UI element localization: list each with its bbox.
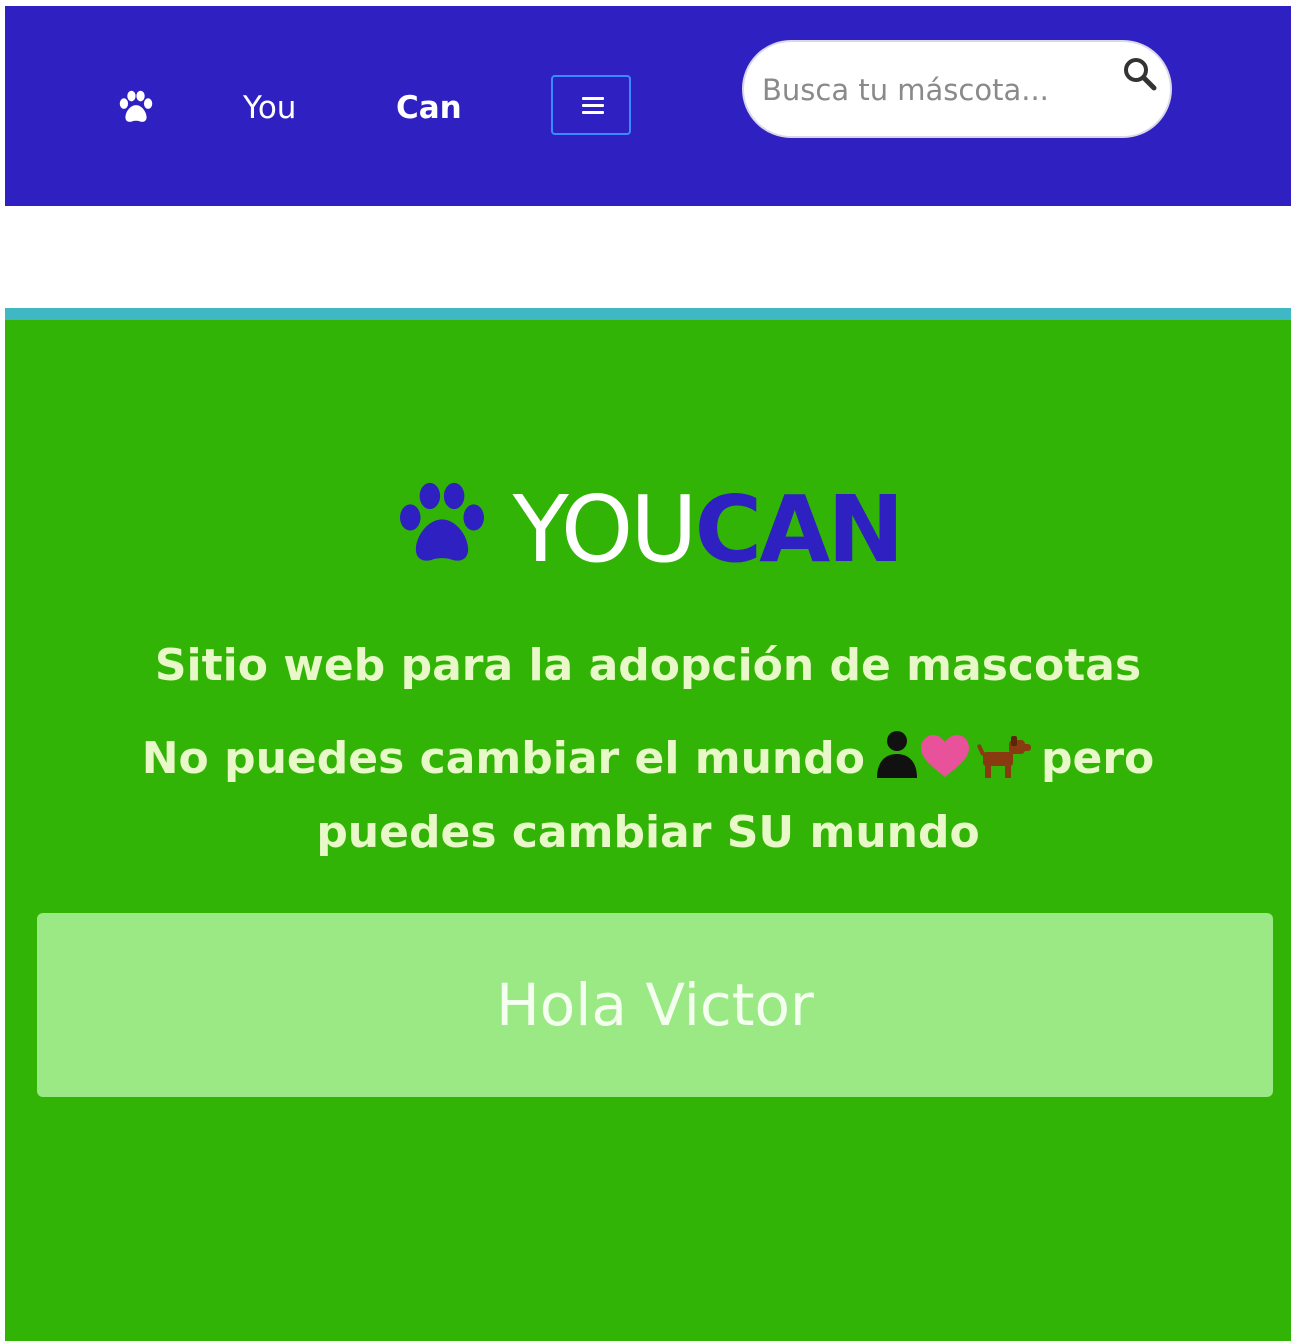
motto-before: No puedes cambiar el mundo: [141, 733, 865, 784]
nav-link-you[interactable]: You: [243, 88, 296, 128]
emoji-group: [876, 731, 1031, 778]
hero-accent-line: [5, 308, 1291, 320]
hero-brand: YOUCAN: [5, 480, 1291, 580]
menu-toggle-button[interactable]: [551, 75, 631, 135]
hero-motto: No puedes cambiar el mundo pero puedes c…: [45, 722, 1251, 870]
navbar: You Can: [5, 6, 1291, 206]
search-input[interactable]: [762, 68, 1102, 112]
greeting-banner: Hola Victor: [37, 913, 1273, 1097]
search-form: [742, 40, 1172, 138]
hero-tagline: Sitio web para la adopción de mascotas: [154, 640, 1142, 691]
brand-you-text: YOU: [512, 476, 698, 583]
search-icon[interactable]: [1122, 56, 1158, 92]
heart-icon: [920, 735, 969, 777]
page-frame: You Can YOUCAN: [5, 6, 1291, 1341]
brand-can-text: CAN: [694, 476, 905, 583]
paw-icon: [399, 482, 484, 561]
hero-section: YOUCAN Sitio web para la adopción de mas…: [5, 320, 1291, 1341]
person-icon: [876, 731, 917, 778]
greeting-text: Hola Victor: [496, 971, 814, 1039]
hamburger-icon: [582, 97, 604, 115]
dog-icon: [977, 736, 1031, 778]
nav-link-can[interactable]: Can: [396, 88, 462, 128]
paw-icon[interactable]: [117, 90, 155, 124]
